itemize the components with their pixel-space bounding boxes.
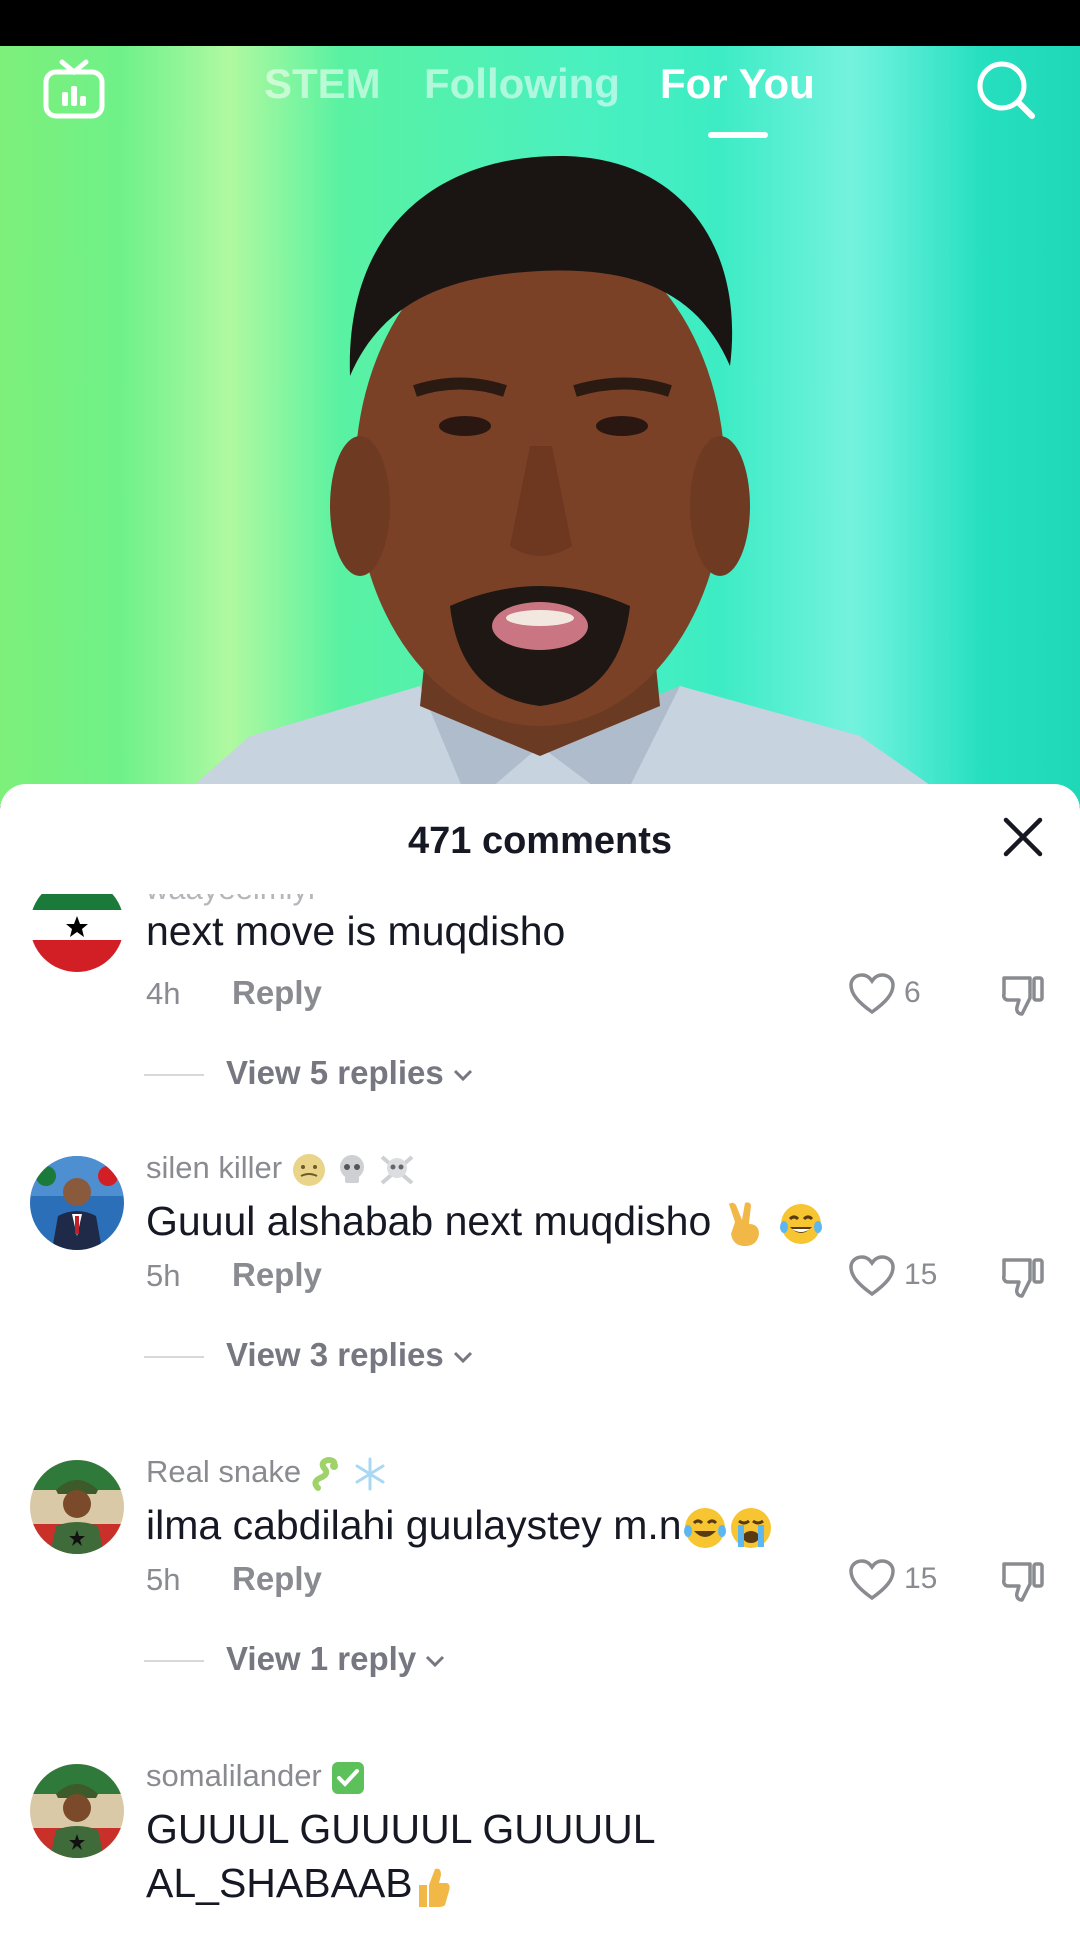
tears-of-joy-emoji-icon	[780, 1204, 823, 1245]
avatar[interactable]	[30, 1460, 124, 1554]
search-button[interactable]	[974, 58, 1038, 122]
search-icon	[977, 61, 1035, 119]
replies-divider	[144, 1356, 204, 1358]
dislike-button[interactable]	[1000, 1254, 1046, 1300]
comments-header: 471 comments	[0, 784, 1080, 894]
reply-button[interactable]: Reply	[232, 1256, 322, 1294]
dislike-button[interactable]	[1000, 972, 1046, 1018]
comment-text: ilma cabdilahi guulaystey m.n	[146, 1498, 966, 1552]
reply-button[interactable]: Reply	[232, 974, 322, 1012]
status-bar	[0, 0, 1080, 46]
comment-username[interactable]: Real snake	[146, 1454, 388, 1492]
comments-list[interactable]: waayeelmiyi next move is muqdisho 4h Rep…	[0, 894, 1080, 1952]
active-tab-indicator	[708, 132, 768, 138]
avatar[interactable]	[30, 894, 124, 972]
dislike-button[interactable]	[1000, 1558, 1046, 1604]
snowflake-emoji-icon	[355, 1457, 385, 1491]
view-replies-label: View 1 reply	[226, 1640, 417, 1677]
top-nav: STEM Following For You	[0, 46, 1080, 156]
skull-crossbones-emoji-icon	[380, 1155, 414, 1185]
close-icon	[1003, 817, 1043, 857]
like-count: 15	[904, 1258, 938, 1291]
somaliland-flag-icon	[30, 894, 124, 972]
comment-text: GUUUL GUUUUL GUUUUL AL_SHABAAB	[146, 1802, 966, 1910]
avatar-image	[30, 1460, 124, 1554]
tears-of-joy-emoji-icon	[683, 1508, 726, 1549]
replies-divider	[144, 1074, 204, 1076]
like-button[interactable]	[848, 972, 896, 1016]
replies-divider	[144, 1660, 204, 1662]
view-replies-button[interactable]: View 5 replies	[226, 1054, 474, 1092]
comments-count-title: 471 comments	[407, 820, 672, 862]
view-replies-button[interactable]: View 1 reply	[226, 1640, 446, 1678]
avatar-image	[30, 1764, 124, 1858]
dislike-icon	[1002, 1258, 1044, 1298]
like-button[interactable]	[848, 1558, 896, 1602]
comments-sheet: 471 comments waayeelmiyi next move is mu…	[0, 784, 1080, 1952]
dislike-icon	[1002, 1562, 1044, 1602]
view-replies-label: View 5 replies	[226, 1054, 444, 1091]
crying-face-emoji-icon	[730, 1508, 771, 1549]
victory-hand-emoji-icon	[728, 1202, 759, 1247]
chevron-down-icon	[453, 1070, 472, 1082]
view-replies-label: View 3 replies	[226, 1336, 444, 1373]
thumbs-up-emoji-icon	[418, 1868, 450, 1908]
chevron-down-icon	[426, 1656, 445, 1668]
skull-emoji-icon	[340, 1154, 365, 1183]
like-count: 6	[904, 976, 921, 1009]
like-button[interactable]	[848, 1254, 896, 1298]
check-mark-emoji-icon	[332, 1761, 365, 1794]
avatar[interactable]	[30, 1764, 124, 1858]
tab-stem[interactable]: STEM	[264, 60, 381, 108]
comment-username[interactable]: silen killer	[146, 1150, 416, 1188]
comment-text: Guuul alshabab next muqdisho	[146, 1194, 966, 1248]
heart-icon	[849, 1559, 895, 1601]
close-button[interactable]	[1000, 814, 1046, 860]
view-replies-button[interactable]: View 3 replies	[226, 1336, 474, 1374]
dislike-icon	[1002, 976, 1044, 1016]
heart-icon	[849, 973, 895, 1015]
avatar[interactable]	[30, 1156, 124, 1250]
comment-username[interactable]: somalilander	[146, 1758, 366, 1796]
comment-time: 5h	[146, 1258, 181, 1293]
snake-emoji-icon	[312, 1456, 338, 1491]
tab-for-you[interactable]: For You	[660, 60, 815, 108]
chevron-down-icon	[453, 1352, 472, 1364]
video-person	[170, 156, 960, 806]
face-emoji-icon	[292, 1153, 325, 1186]
like-count: 15	[904, 1562, 938, 1595]
video-player[interactable]	[0, 46, 1080, 806]
reply-button[interactable]: Reply	[232, 1560, 322, 1598]
tab-following[interactable]: Following	[424, 60, 620, 108]
comment-text: next move is muqdisho	[146, 908, 566, 954]
comment-time: 4h	[146, 976, 181, 1011]
feed-tabs: STEM Following For You	[0, 46, 1080, 156]
avatar-image	[30, 1156, 124, 1250]
heart-icon	[849, 1255, 895, 1297]
comment-time: 5h	[146, 1562, 181, 1597]
